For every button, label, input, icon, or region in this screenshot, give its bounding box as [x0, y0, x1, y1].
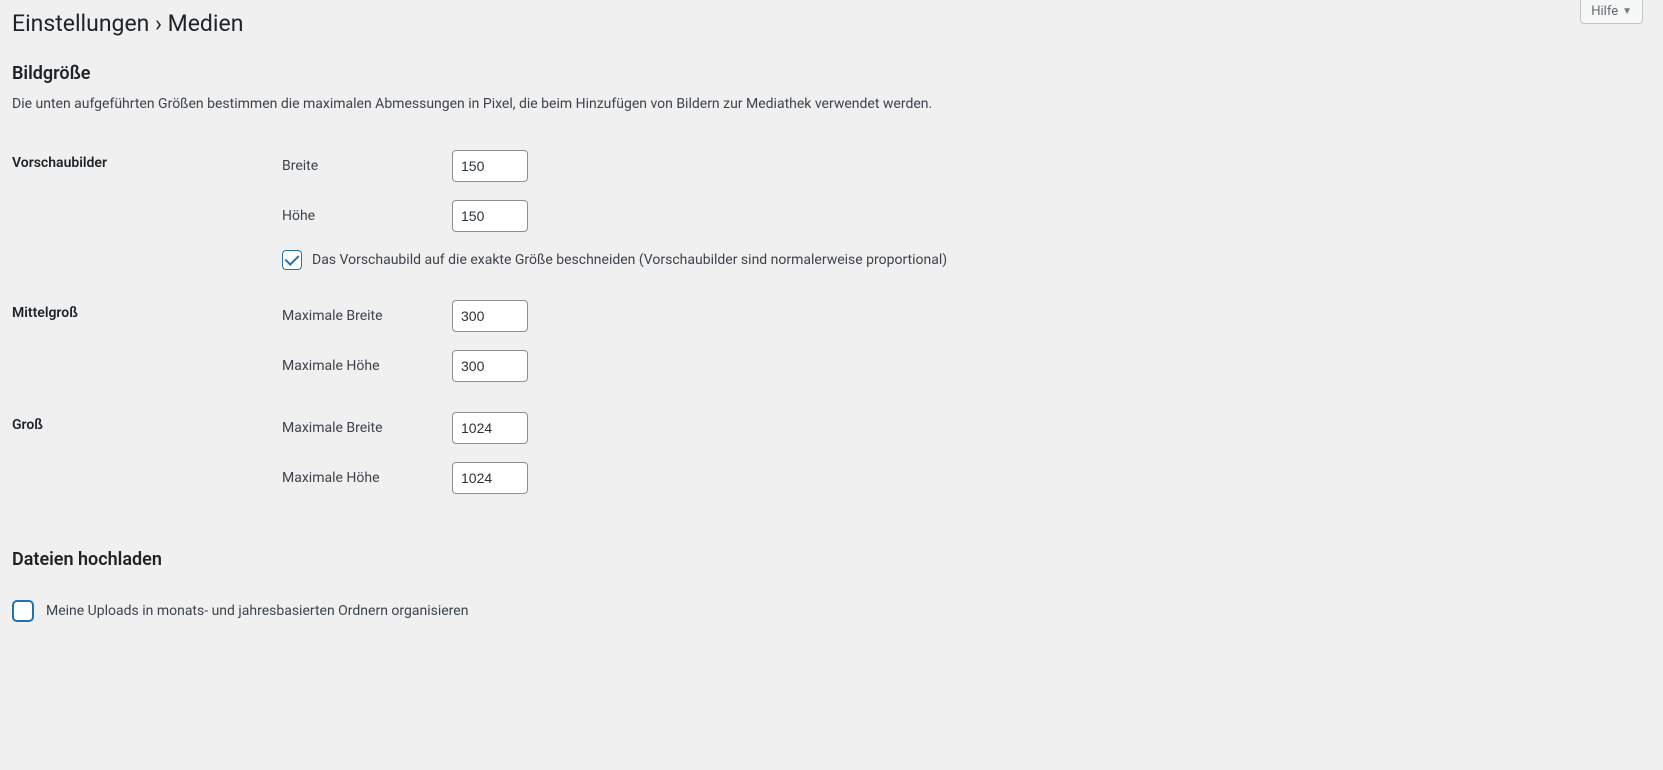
thumbnail-width-row: Breite — [282, 150, 1633, 182]
page-title: Einstellungen › Medien — [12, 0, 1643, 43]
large-height-row: Maximale Höhe — [282, 462, 1633, 494]
medium-width-label: Maximale Breite — [282, 308, 452, 324]
large-width-input[interactable] — [452, 412, 528, 444]
medium-width-row: Maximale Breite — [282, 300, 1633, 332]
thumbnail-crop-row: Das Vorschaubild auf die exakte Größe be… — [282, 250, 1633, 270]
section-imagesize-title: Bildgröße — [12, 63, 1643, 84]
medium-row: Mittelgroß Maximale Breite Maximale Höhe — [12, 285, 1643, 397]
medium-heading: Mittelgroß — [12, 285, 272, 397]
large-height-input[interactable] — [452, 462, 528, 494]
large-heading: Groß — [12, 397, 272, 509]
large-row: Groß Maximale Breite Maximale Höhe — [12, 397, 1643, 509]
thumbnail-width-label: Breite — [282, 158, 452, 174]
medium-height-input[interactable] — [452, 350, 528, 382]
section-imagesize-description: Die unten aufgeführten Größen bestimmen … — [12, 94, 1643, 115]
upload-organize-label[interactable]: Meine Uploads in monats- und jahresbasie… — [46, 603, 468, 619]
help-tab-label: Hilfe — [1591, 4, 1618, 19]
thumbnail-height-label: Höhe — [282, 208, 452, 224]
medium-width-input[interactable] — [452, 300, 528, 332]
large-width-label: Maximale Breite — [282, 420, 452, 436]
thumbnail-height-row: Höhe — [282, 200, 1633, 232]
thumbnails-heading: Vorschaubilder — [12, 135, 272, 285]
upload-organize-checkbox[interactable] — [12, 600, 34, 622]
thumbnail-width-input[interactable] — [452, 150, 528, 182]
thumbnail-crop-checkbox[interactable] — [282, 250, 302, 270]
upload-section-title: Dateien hochladen — [12, 549, 1643, 570]
medium-height-label: Maximale Höhe — [282, 358, 452, 374]
chevron-down-icon: ▼ — [1622, 6, 1632, 17]
medium-height-row: Maximale Höhe — [282, 350, 1633, 382]
help-tab[interactable]: Hilfe ▼ — [1580, 0, 1643, 24]
upload-organize-row: Meine Uploads in monats- und jahresbasie… — [12, 600, 1643, 622]
image-size-form-table: Vorschaubilder Breite Höhe Das Vorschaub… — [12, 135, 1643, 509]
thumbnails-row: Vorschaubilder Breite Höhe Das Vorschaub… — [12, 135, 1643, 285]
upload-section: Dateien hochladen Meine Uploads in monat… — [12, 549, 1643, 622]
thumbnail-height-input[interactable] — [452, 200, 528, 232]
large-height-label: Maximale Höhe — [282, 470, 452, 486]
large-width-row: Maximale Breite — [282, 412, 1633, 444]
thumbnail-crop-label[interactable]: Das Vorschaubild auf die exakte Größe be… — [312, 252, 947, 268]
